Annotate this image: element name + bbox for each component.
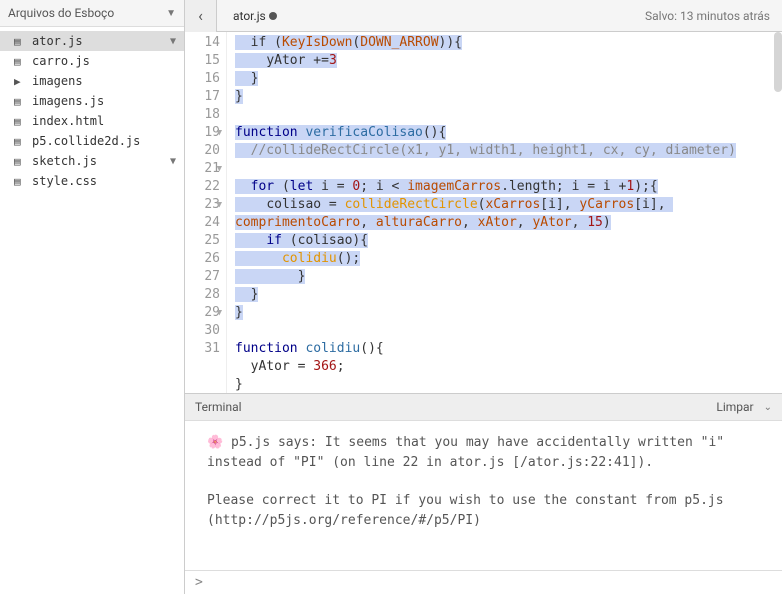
chevron-down-icon[interactable]: ▼ [170, 156, 176, 167]
file-icon: ▤ [14, 155, 28, 168]
file-name: style.css [32, 174, 176, 188]
tab-bar: ‹ ator.js Salvo: 13 minutos atrás [185, 0, 782, 32]
scrollbar-thumb[interactable] [774, 32, 782, 92]
file-icon: ▤ [14, 55, 28, 68]
chevron-down-icon[interactable]: ▼ [170, 36, 176, 47]
terminal-output[interactable]: 🌸 p5.js says: It seems that you may have… [185, 420, 782, 570]
code-editor[interactable]: 141516171819▼2021▼2223▼242526272829▼3031… [185, 32, 782, 393]
file-name: imagens.js [32, 94, 176, 108]
tab-label: ator.js [233, 9, 266, 23]
file-item-style-css[interactable]: ▤ style.css [0, 171, 184, 191]
file-item-carro-js[interactable]: ▤ carro.js [0, 51, 184, 71]
back-button[interactable]: ‹ [185, 0, 217, 32]
file-icon: ▤ [14, 115, 28, 128]
save-status: Salvo: 13 minutos atrás [633, 9, 782, 23]
file-list: ▤ator.js▼▤carro.js▶imagens▤imagens.js▤in… [0, 27, 184, 594]
terminal-message: 🌸 p5.js says: It seems that you may have… [207, 433, 727, 473]
file-item-imagens-js[interactable]: ▤ imagens.js [0, 91, 184, 111]
terminal-title: Terminal [195, 400, 716, 414]
terminal-prompt[interactable]: > [185, 570, 782, 594]
prompt-symbol: > [195, 575, 203, 590]
file-name: imagens [32, 74, 176, 88]
file-name: carro.js [32, 54, 176, 68]
line-gutter: 141516171819▼2021▼2223▼242526272829▼3031 [185, 32, 227, 393]
chevron-down-icon[interactable]: ▼ [166, 8, 176, 19]
code-area[interactable]: if (KeyIsDown(DOWN_ARROW)){ yAtor +=3 }}… [227, 32, 782, 393]
file-name: sketch.js [32, 154, 170, 168]
sidebar-title: Arquivos do Esboço [8, 6, 162, 20]
chevron-down-icon[interactable]: ⌄ [764, 402, 772, 413]
dirty-indicator-icon [269, 12, 277, 20]
tab-ator-js[interactable]: ator.js [217, 0, 293, 32]
file-sidebar: Arquivos do Esboço ▼ ▤ator.js▼▤carro.js▶… [0, 0, 185, 594]
file-item-sketch-js[interactable]: ▤ sketch.js▼ [0, 151, 184, 171]
file-name: ator.js [32, 34, 170, 48]
file-item-index-html[interactable]: ▤ index.html [0, 111, 184, 131]
file-icon: ▤ [14, 95, 28, 108]
terminal-header: Terminal Limpar ⌄ [185, 393, 782, 420]
file-item-p5-collide2d-js[interactable]: ▤ p5.collide2d.js [0, 131, 184, 151]
file-icon: ▤ [14, 135, 28, 148]
file-icon: ▤ [14, 35, 28, 48]
terminal-message: Please correct it to PI if you wish to u… [207, 491, 727, 531]
clear-button[interactable]: Limpar [716, 400, 753, 414]
file-name: index.html [32, 114, 176, 128]
file-icon: ▶ [14, 75, 28, 88]
file-icon: ▤ [14, 175, 28, 188]
file-item-ator-js[interactable]: ▤ ator.js▼ [0, 31, 184, 51]
sidebar-header[interactable]: Arquivos do Esboço ▼ [0, 0, 184, 27]
file-item-imagens[interactable]: ▶ imagens [0, 71, 184, 91]
file-name: p5.collide2d.js [32, 134, 176, 148]
